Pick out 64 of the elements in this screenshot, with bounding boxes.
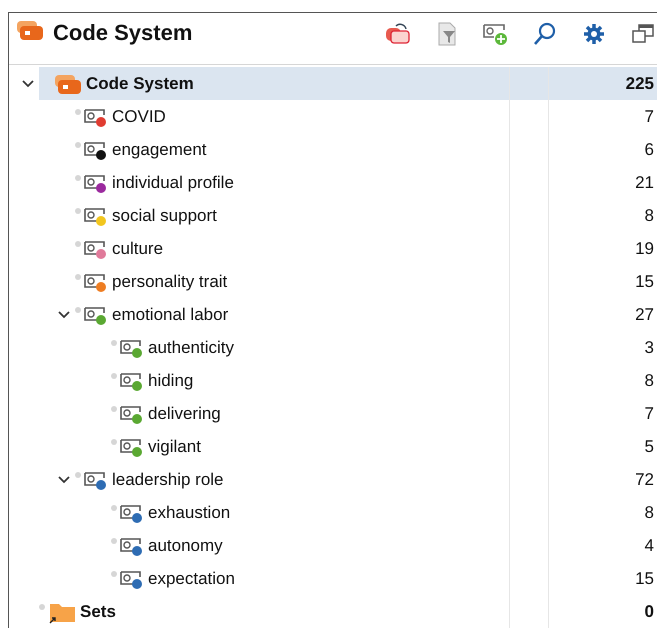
coded-count: 3 xyxy=(644,338,654,358)
coded-count: 15 xyxy=(635,568,654,588)
coded-count: 225 xyxy=(626,74,654,94)
code-system-icon xyxy=(15,19,45,41)
tree-label: exhaustion xyxy=(148,502,230,522)
tree-label: COVID xyxy=(112,106,166,126)
tree-label: authenticity xyxy=(148,338,234,358)
search-icon xyxy=(533,22,557,46)
coded-count: 8 xyxy=(644,206,654,226)
coded-count: 15 xyxy=(635,272,654,292)
tree-row[interactable]: emotional labor 27 xyxy=(75,298,657,331)
coded-count: 6 xyxy=(644,140,654,160)
tag-icon xyxy=(384,23,412,45)
code-system-icon xyxy=(53,72,83,94)
tree-label: personality trait xyxy=(112,272,228,292)
coded-count: 7 xyxy=(644,404,654,424)
tree-label: delivering xyxy=(148,404,221,424)
tree-label: autonomy xyxy=(148,536,223,556)
tree-label: Sets xyxy=(80,602,116,622)
tree-label: expectation xyxy=(148,568,235,588)
tree-label: Code System xyxy=(86,74,194,94)
tag-plus-icon xyxy=(482,22,510,46)
chevron-icon[interactable] xyxy=(21,78,35,88)
chevron-icon[interactable] xyxy=(57,474,71,484)
tree-row[interactable]: individual profile 21 xyxy=(75,166,657,199)
panel-title: Code System xyxy=(53,19,192,47)
tree-row[interactable]: Sets 0 xyxy=(39,595,657,628)
coded-count: 8 xyxy=(644,370,654,390)
coded-count: 0 xyxy=(644,602,654,622)
new-code-button[interactable] xyxy=(482,22,510,46)
tree-row[interactable]: authenticity 3 xyxy=(111,331,657,364)
coded-count: 5 xyxy=(644,436,654,456)
tree-row[interactable]: social support 8 xyxy=(75,199,657,232)
tree-row[interactable]: leadership role 72 xyxy=(75,463,657,496)
tree-label: individual profile xyxy=(112,172,234,192)
tree-row[interactable]: autonomy 4 xyxy=(111,529,657,562)
tag-button[interactable] xyxy=(384,22,412,46)
chevron-icon[interactable] xyxy=(57,310,71,320)
coded-count: 27 xyxy=(635,304,654,324)
tree-label: leadership role xyxy=(112,470,224,490)
tree-label: culture xyxy=(112,238,164,258)
coded-count: 4 xyxy=(644,536,654,556)
tree-label: engagement xyxy=(112,140,207,160)
tree-label: vigilant xyxy=(148,436,201,456)
tree-label: hiding xyxy=(148,370,194,390)
tree-row[interactable]: COVID 7 xyxy=(75,100,657,133)
tree-row[interactable]: culture 19 xyxy=(75,232,657,265)
tree-row[interactable]: vigilant 5 xyxy=(111,430,657,463)
coded-count: 19 xyxy=(635,238,654,258)
tree-label: emotional labor xyxy=(112,304,228,324)
coded-count: 21 xyxy=(635,172,654,192)
tree-row[interactable]: engagement 6 xyxy=(75,133,657,166)
settings-icon xyxy=(582,22,606,46)
coded-count: 8 xyxy=(644,502,654,522)
coded-count: 72 xyxy=(635,470,654,490)
tree-label: social support xyxy=(112,206,217,226)
tree-row[interactable]: Code System 225 xyxy=(39,67,657,100)
tree-row[interactable]: personality trait 15 xyxy=(75,265,657,298)
filter-icon xyxy=(436,22,458,46)
tree-row[interactable]: delivering 7 xyxy=(111,397,657,430)
tree-row[interactable]: exhaustion 8 xyxy=(111,496,657,529)
tree-row[interactable]: hiding 8 xyxy=(111,364,657,397)
tree-row[interactable]: expectation 15 xyxy=(111,562,657,595)
coded-count: 7 xyxy=(644,106,654,126)
